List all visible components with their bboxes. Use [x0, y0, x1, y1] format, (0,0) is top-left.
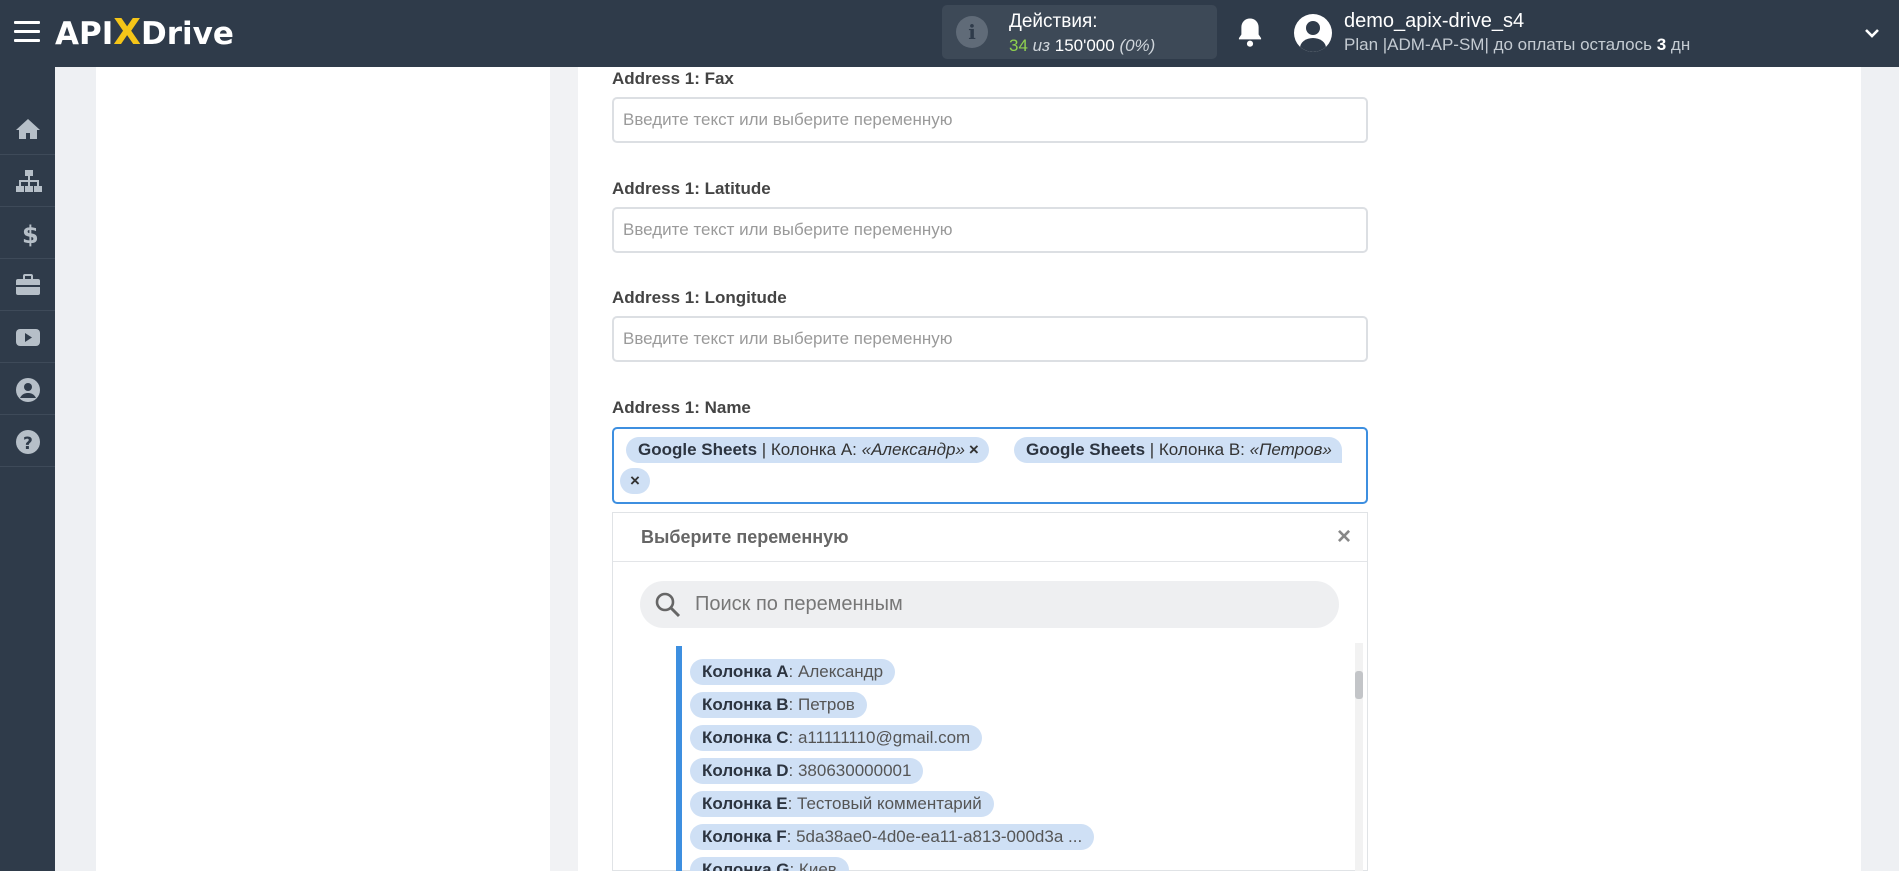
- variable-name: Колонка E: [702, 794, 788, 813]
- field-label-fax: Address 1: Fax: [612, 69, 734, 88]
- variable-dropdown: Выберите переменную × Колонка A: Алексан…: [612, 512, 1368, 871]
- dollar-icon: $: [22, 221, 39, 247]
- list-item[interactable]: Колонка B: Петров: [690, 692, 867, 718]
- variable-name: Колонка D: [702, 761, 789, 780]
- user-icon: [16, 378, 40, 402]
- name-input[interactable]: Google Sheets | Колонка A: «Александр» × …: [612, 427, 1368, 504]
- chip-remove-icon[interactable]: ×: [630, 471, 640, 490]
- plan-info: Plan |ADM-AP-SM| до оплаты осталось 3 дн: [1344, 35, 1690, 55]
- bell-icon[interactable]: [1235, 16, 1265, 48]
- chip-source: Google Sheets: [638, 440, 758, 459]
- list-item[interactable]: Колонка F: 5da38ae0-4d0e-ea11-a813-000d3…: [690, 824, 1095, 850]
- youtube-icon: [16, 329, 40, 346]
- menu-icon[interactable]: [14, 21, 40, 45]
- variable-value: : 380630000001: [788, 761, 912, 780]
- info-icon: i: [956, 16, 988, 48]
- search-icon: [655, 592, 681, 618]
- sidebar-item-video[interactable]: [0, 311, 55, 363]
- logo-text-x: X: [113, 12, 142, 53]
- chip-remove-icon[interactable]: ×: [969, 440, 979, 459]
- svg-text:$: $: [22, 221, 39, 247]
- username[interactable]: demo_apix-drive_s4: [1344, 10, 1524, 33]
- search-input[interactable]: [695, 581, 1325, 628]
- sidebar-item-billing[interactable]: $: [0, 207, 55, 259]
- variable-list: Колонка A: Александр Колонка B: Петров К…: [676, 646, 1316, 871]
- help-icon: ?: [16, 430, 40, 454]
- list-item[interactable]: Колонка E: Тестовый комментарий: [690, 791, 994, 817]
- close-icon[interactable]: ×: [1337, 523, 1351, 551]
- sidebar-item-help[interactable]: ?: [0, 415, 55, 467]
- actions-counter: i Действия: 34 из 150'000 (0%): [942, 5, 1217, 59]
- variable-chip[interactable]: Google Sheets | Колонка A: «Александр» ×: [626, 437, 989, 463]
- variable-chip-tail[interactable]: ×: [620, 468, 650, 494]
- variable-value: : 5da38ae0-4d0e-ea11-a813-000d3a ...: [786, 827, 1083, 846]
- variable-name: Колонка A: [702, 662, 789, 681]
- fax-input[interactable]: [612, 97, 1368, 143]
- chip-source: Google Sheets: [1026, 440, 1146, 459]
- variable-name: Колонка G: [702, 860, 790, 871]
- field-label-longitude: Address 1: Longitude: [612, 288, 787, 307]
- field-label-latitude: Address 1: Latitude: [612, 179, 771, 198]
- avatar[interactable]: [1294, 14, 1332, 52]
- sidebar-item-profile[interactable]: [0, 363, 55, 415]
- variable-name: Колонка C: [702, 728, 789, 747]
- chevron-down-icon[interactable]: [1864, 25, 1880, 41]
- list-item[interactable]: Колонка A: Александр: [690, 659, 896, 685]
- plan-prefix: Plan |ADM-AP-SM| до оплаты осталось: [1344, 35, 1657, 54]
- actions-count: 34 из 150'000 (0%): [1009, 36, 1155, 56]
- actions-total: 150'000: [1054, 36, 1115, 55]
- variable-value: : Петров: [788, 695, 855, 714]
- variable-value: : Тестовый комментарий: [787, 794, 982, 813]
- sitemap-icon: [16, 170, 42, 192]
- chip-column: | Колонка A:: [757, 440, 862, 459]
- actions-sep: из: [1027, 36, 1055, 55]
- logo-text-drive: Drive: [141, 16, 234, 52]
- divider: [613, 561, 1367, 562]
- chip-value: «Александр»: [861, 440, 965, 459]
- variable-name: Колонка B: [702, 695, 789, 714]
- svg-text:?: ?: [23, 434, 33, 454]
- variable-value: : a11111110@gmail.com: [788, 728, 971, 747]
- sidebar-item-projects[interactable]: [0, 259, 55, 311]
- actions-used: 34: [1009, 36, 1028, 55]
- chip-column: | Колонка B:: [1145, 440, 1250, 459]
- variable-value: : Александр: [788, 662, 884, 681]
- scrollbar-thumb[interactable]: [1355, 671, 1363, 699]
- list-item[interactable]: Колонка G: Киев: [690, 857, 849, 871]
- variable-name: Колонка F: [702, 827, 787, 846]
- home-icon: [16, 119, 40, 139]
- variable-chip[interactable]: Google Sheets | Колонка B: «Петров»: [1014, 437, 1342, 463]
- latitude-input[interactable]: [612, 207, 1368, 253]
- sidebar-item-home[interactable]: [0, 103, 55, 155]
- chip-value: «Петров»: [1249, 440, 1332, 459]
- list-item[interactable]: Колонка D: 380630000001: [690, 758, 924, 784]
- actions-percent: (0%): [1114, 36, 1156, 55]
- plan-days: 3: [1656, 35, 1667, 54]
- top-bar: APIXDrive i Действия: 34 из 150'000 (0%)…: [0, 0, 1899, 67]
- sidebar: $ ?: [0, 67, 55, 871]
- actions-title: Действия:: [1009, 11, 1098, 32]
- sidebar-item-connections[interactable]: [0, 155, 55, 207]
- dropdown-title: Выберите переменную: [641, 527, 849, 547]
- logo[interactable]: APIXDrive: [55, 11, 234, 55]
- plan-suffix: дн: [1666, 35, 1691, 54]
- list-item[interactable]: Колонка C: a11111110@gmail.com: [690, 725, 983, 751]
- logo-text-api: API: [55, 16, 114, 52]
- field-label-name: Address 1: Name: [612, 398, 751, 417]
- variable-value: : Киев: [789, 860, 837, 871]
- variable-search[interactable]: [640, 581, 1339, 628]
- longitude-input[interactable]: [612, 316, 1368, 362]
- briefcase-icon: [16, 274, 40, 295]
